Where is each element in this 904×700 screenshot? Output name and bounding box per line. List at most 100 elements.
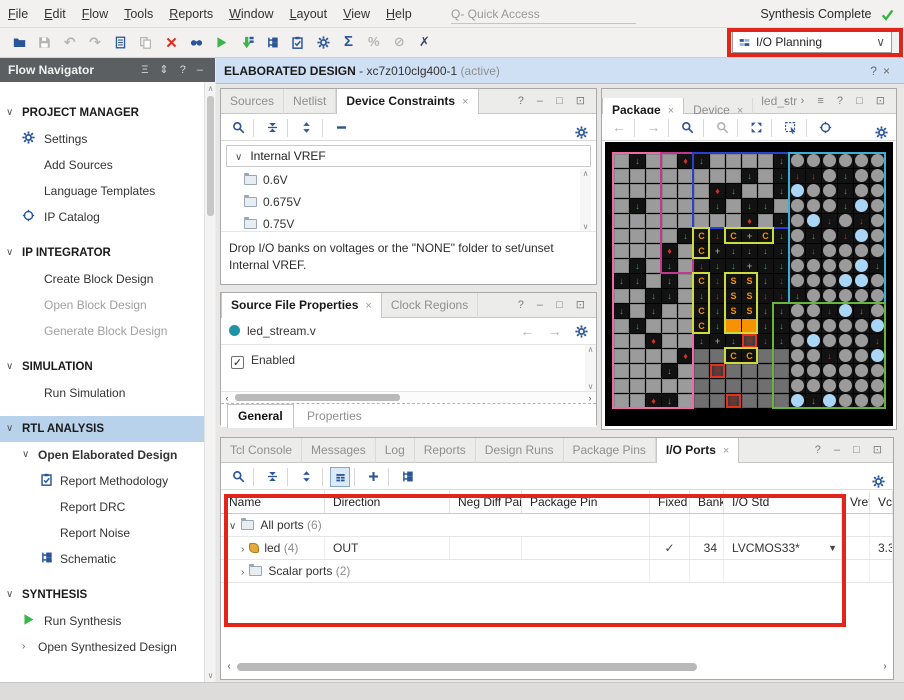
float-icon[interactable]: ⊡	[876, 95, 890, 107]
help-icon[interactable]: ?	[518, 95, 529, 107]
search-icon[interactable]	[227, 116, 249, 140]
col-name[interactable]: Name	[221, 491, 325, 513]
enabled-checkbox[interactable]: ✓	[231, 356, 244, 369]
search-icon[interactable]	[227, 465, 249, 489]
item-report-drc[interactable]: Report DRC	[0, 494, 204, 520]
section-project-manager[interactable]: ∨PROJECT MANAGER	[0, 100, 204, 126]
scroll-up-icon[interactable]: ∧	[205, 84, 216, 93]
vref-item[interactable]: 0.75V	[226, 213, 591, 231]
menu-layout[interactable]: Layout	[282, 0, 336, 28]
section-ip-integrator[interactable]: ∨IP INTEGRATOR	[0, 240, 204, 266]
tab-sources[interactable]: Sources	[221, 89, 284, 114]
menu-view[interactable]: View	[335, 0, 378, 28]
schematic-icon[interactable]	[261, 31, 283, 55]
insert-sources-icon[interactable]	[236, 31, 258, 55]
cell-package-pin[interactable]	[522, 537, 650, 559]
menu-file[interactable]: File	[0, 0, 36, 28]
create-port-icon[interactable]	[362, 465, 384, 489]
col-vcco[interactable]: Vcco	[870, 491, 893, 513]
item-run-synthesis[interactable]: Run Synthesis	[0, 608, 204, 634]
scroll-down-icon[interactable]: ∨	[205, 671, 216, 680]
schematic-icon[interactable]	[397, 465, 419, 489]
minimize-icon[interactable]: ‒	[537, 299, 548, 311]
col-io-std[interactable]: I/O Std	[724, 491, 842, 513]
tab-tcl-console[interactable]: Tcl Console	[221, 438, 302, 463]
item-language-templates[interactable]: Language Templates	[0, 178, 204, 204]
internal-vref-node[interactable]: ∨Internal VREF	[226, 145, 591, 167]
zoom-in-icon[interactable]	[677, 116, 699, 140]
validate-icon[interactable]	[287, 31, 309, 55]
item-report-methodology[interactable]: Report Methodology	[0, 468, 204, 494]
properties-scrollbar[interactable]: ∧ ∨	[585, 345, 596, 391]
open-folder-icon[interactable]	[8, 31, 30, 55]
tab-properties[interactable]: Properties	[297, 405, 372, 429]
item-report-noise[interactable]: Report Noise	[0, 520, 204, 546]
tab-package-pins[interactable]: Package Pins	[564, 438, 656, 463]
tab-scroll-left-icon[interactable]: ‹	[784, 95, 793, 107]
group-by-icon[interactable]	[330, 467, 350, 487]
menu-tools[interactable]: Tools	[116, 0, 161, 28]
item-open-synthesized-design[interactable]: ›Open Synthesized Design	[0, 634, 204, 660]
help-icon[interactable]: ?	[870, 64, 883, 78]
tab-messages[interactable]: Messages	[302, 438, 376, 463]
col-neg-diff-pair[interactable]: Neg Diff Pair	[450, 491, 522, 513]
tab-menu-icon[interactable]: ≡	[817, 95, 828, 107]
col-direction[interactable]: Direction	[325, 491, 450, 513]
zoom-fit-icon[interactable]	[745, 116, 767, 140]
io-ports-hscrollbar[interactable]: ‹ ›	[223, 660, 891, 673]
scroll-down-icon[interactable]: ∨	[580, 222, 591, 231]
layout-selector-dropdown[interactable]: I/O Planning ∨	[732, 31, 892, 53]
scroll-up-icon[interactable]: ∧	[585, 345, 596, 354]
tab-design-runs[interactable]: Design Runs	[476, 438, 564, 463]
minimize-icon[interactable]: ‒	[537, 95, 548, 107]
io-std-dropdown[interactable]: LVCMOS33*▼	[724, 537, 842, 559]
cell-bank[interactable]: 34	[690, 537, 724, 559]
item-add-sources[interactable]: Add Sources	[0, 152, 204, 178]
close-tab-icon[interactable]: ×	[365, 300, 371, 312]
vref-item[interactable]: 0.675V	[226, 191, 591, 213]
col-bank[interactable]: Bank	[690, 491, 724, 513]
tab-general[interactable]: General	[227, 404, 294, 428]
cell-vref[interactable]	[842, 537, 870, 559]
tab-clock-regions[interactable]: Clock Regions	[382, 293, 478, 318]
maximize-icon[interactable]: □	[856, 95, 868, 107]
settings-icon[interactable]	[312, 31, 334, 55]
report-icon[interactable]	[109, 31, 131, 55]
package-view-canvas[interactable]: ↓♦↓↓↓↓↓↓↓♦↓↓↓↓↓↓↓↓♦↓↓↓↓C↓C+C↓↓↓♦C+↓↓↓↓↓↓…	[605, 142, 893, 426]
section-rtl-analysis[interactable]: ∨RTL ANALYSIS	[0, 416, 204, 442]
flow-navigator-scrollbar[interactable]: ∧ ∨	[204, 82, 215, 682]
scroll-right-icon[interactable]: ›	[584, 392, 596, 404]
item-ip-catalog[interactable]: IP Catalog	[0, 204, 204, 230]
fixed-checkbox[interactable]: ✓	[650, 537, 690, 559]
tab-netlist[interactable]: Netlist	[284, 89, 336, 114]
remove-icon[interactable]	[330, 116, 352, 140]
col-package-pin[interactable]: Package Pin	[522, 491, 650, 513]
tab-scroll-right-icon[interactable]: ›	[801, 95, 810, 107]
item-settings[interactable]: Settings	[0, 126, 204, 152]
cell-direction[interactable]: OUT	[325, 537, 450, 559]
expand-all-icon[interactable]	[296, 465, 318, 489]
delete-icon[interactable]	[160, 31, 182, 55]
maximize-icon[interactable]: □	[853, 444, 865, 456]
help-icon[interactable]: ?	[815, 444, 826, 456]
close-tab-icon[interactable]: ×	[462, 96, 468, 108]
table-row-all-ports[interactable]: ∨All ports (6)	[221, 514, 893, 537]
maximize-icon[interactable]: □	[556, 299, 568, 311]
cell-vcco[interactable]: 3.30	[870, 537, 893, 559]
maximize-icon[interactable]: □	[556, 95, 568, 107]
select-area-icon[interactable]	[780, 116, 802, 140]
collapse-all-icon[interactable]	[261, 116, 283, 140]
help-icon[interactable]: ?	[837, 95, 848, 107]
table-row-scalar-ports[interactable]: ›Scalar ports (2)	[221, 560, 893, 583]
flow-navigator-header-icons[interactable]: Ξ ⇕ ? ‒	[141, 58, 207, 82]
menu-edit[interactable]: Edit	[36, 0, 74, 28]
scrollbar-thumb[interactable]	[235, 394, 400, 401]
tab-reports[interactable]: Reports	[415, 438, 476, 463]
item-open-elaborated-design[interactable]: ∨Open Elaborated Design	[0, 442, 204, 468]
close-tab-icon[interactable]: ×	[723, 445, 729, 457]
scroll-left-icon[interactable]: ‹	[223, 660, 235, 673]
scroll-left-icon[interactable]: ‹	[221, 392, 233, 404]
section-synthesis[interactable]: ∨SYNTHESIS	[0, 582, 204, 608]
collapse-all-icon[interactable]	[261, 465, 283, 489]
vref-item[interactable]: 0.6V	[226, 169, 591, 191]
